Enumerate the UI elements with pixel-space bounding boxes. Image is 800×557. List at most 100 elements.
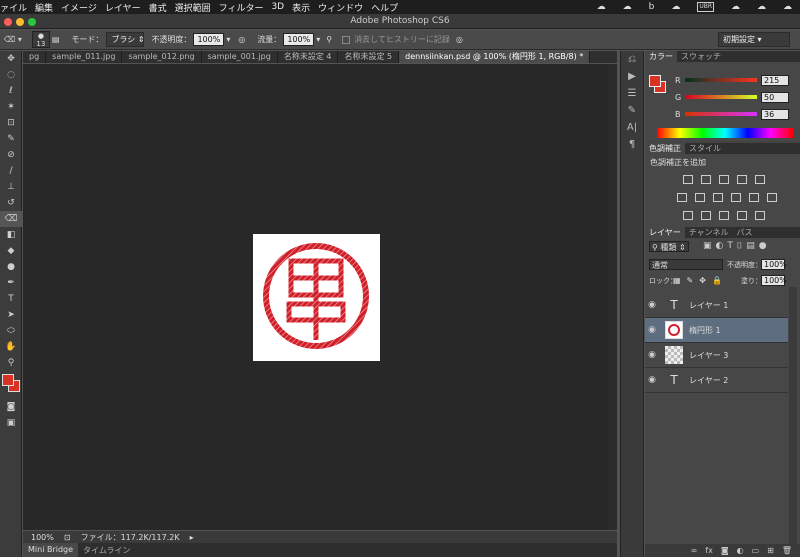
brush-panel-icon[interactable]: ▤ [52, 35, 60, 44]
gradient-map-icon[interactable] [737, 211, 747, 220]
tab-styles[interactable]: スタイル [685, 143, 725, 154]
status-icon[interactable]: ⊡ [64, 533, 71, 542]
eraser-tool-button-icon[interactable]: ⌫ [0, 211, 22, 227]
tab-sample-011[interactable]: sample_011.jpg [46, 51, 123, 63]
blur-tool-icon[interactable]: ◆ [0, 243, 22, 259]
opacity-field[interactable]: 100% [193, 33, 225, 46]
quick-mask-icon[interactable]: ◙ [0, 399, 22, 415]
vibrance-icon[interactable] [755, 175, 765, 184]
vertical-scrollbar[interactable] [608, 64, 617, 530]
marquee-tool-icon[interactable]: ◌ [0, 67, 22, 83]
fx-icon[interactable]: fx [705, 546, 713, 555]
menu-type[interactable]: 書式 [149, 1, 167, 14]
g-slider[interactable] [685, 95, 757, 99]
selective-color-icon[interactable] [755, 211, 765, 220]
threshold-icon[interactable] [719, 211, 729, 220]
tab-sample-001[interactable]: sample_001.jpg [202, 51, 278, 63]
lock-icons[interactable]: ▦✎✥🔒 [673, 276, 728, 285]
path-selection-tool-icon[interactable]: ➤ [0, 307, 22, 323]
menu-select[interactable]: 選択範囲 [175, 1, 211, 14]
layer-row[interactable]: ◉ T レイヤー 2 [645, 368, 788, 393]
history-brush-tool-icon[interactable]: ↺ [0, 195, 22, 211]
invert-icon[interactable] [683, 211, 693, 220]
posterize-icon[interactable] [701, 211, 711, 220]
color-lookup-icon[interactable] [767, 193, 777, 202]
properties-icon[interactable]: ☰ [621, 85, 643, 102]
actions-play-icon[interactable]: ▶ [621, 68, 643, 85]
group-icon[interactable]: ▭ [752, 546, 760, 555]
menu-3d[interactable]: 3D [271, 2, 284, 12]
tab-mini-bridge[interactable]: Mini Bridge [23, 543, 79, 557]
dropbox-icon[interactable]: ☁ [597, 2, 606, 12]
color-balance-icon[interactable] [695, 193, 705, 202]
move-tool-icon[interactable]: ✥ [0, 51, 22, 67]
eye-icon[interactable]: ◉ [645, 375, 659, 385]
new-layer-icon[interactable]: ⊞ [767, 546, 774, 555]
airbrush-icon[interactable]: ⚲ [326, 35, 332, 44]
dodge-tool-icon[interactable]: ● [0, 259, 22, 275]
eye-icon[interactable]: ◉ [645, 350, 659, 360]
cloud-upload-icon[interactable]: ☁ [671, 2, 680, 12]
adjustment-layer-icon[interactable]: ◐ [737, 546, 744, 555]
mask-icon[interactable]: ◙ [721, 546, 729, 555]
tab-layers[interactable]: レイヤー [645, 227, 685, 238]
tab-color[interactable]: カラー [645, 51, 677, 62]
pen-tool-icon[interactable]: ✒ [0, 275, 22, 291]
zoom-tool-icon[interactable]: ⚲ [0, 355, 22, 371]
cloud-icon[interactable]: ☁ [623, 2, 632, 12]
eyedropper-tool-icon[interactable]: ✎ [0, 131, 22, 147]
lasso-tool-icon[interactable]: ℓ [0, 83, 22, 99]
tool-presets-icon[interactable]: ✎ [621, 102, 643, 119]
black-white-icon[interactable] [713, 193, 723, 202]
tab-untitled-4[interactable]: 名称未設定 4 [278, 51, 339, 63]
layer-filter-icons[interactable]: ▣◐T⌷▤● [703, 241, 771, 251]
shape-tool-icon[interactable]: ⬭ [0, 323, 22, 339]
flow-dropdown[interactable]: ▾ [316, 35, 320, 44]
eye-icon[interactable]: ◉ [645, 325, 659, 335]
tab-pg[interactable]: pg [23, 51, 47, 63]
magic-wand-tool-icon[interactable]: ✶ [0, 99, 22, 115]
menu-help[interactable]: ヘルプ [371, 1, 398, 14]
g-value[interactable]: 50 [761, 92, 789, 103]
color-fg-swatch[interactable] [649, 75, 661, 87]
photo-filter-icon[interactable] [731, 193, 741, 202]
color-spectrum-bar[interactable] [657, 128, 793, 138]
hue-saturation-icon[interactable] [677, 193, 687, 202]
document-canvas[interactable] [253, 234, 380, 361]
r-value[interactable]: 215 [761, 75, 789, 86]
cloud-3-icon[interactable]: ☁ [757, 2, 766, 12]
blend-mode-select[interactable]: 通常 [649, 259, 723, 270]
layer-row[interactable]: ◉ 楕円形 1 [645, 318, 788, 343]
menu-layer[interactable]: レイヤー [105, 1, 141, 14]
layer-filter-select[interactable]: ⚲ 種類 ⇕ [649, 241, 689, 252]
crop-tool-icon[interactable]: ⊡ [0, 115, 22, 131]
mode-select[interactable]: ブラシ ⇕ [106, 32, 145, 47]
channel-mixer-icon[interactable] [749, 193, 759, 202]
hand-tool-icon[interactable]: ✋ [0, 339, 22, 355]
levels-icon[interactable] [701, 175, 711, 184]
r-slider[interactable] [685, 78, 757, 82]
b-icon[interactable]: b [649, 2, 655, 12]
eraser-tool-icon[interactable]: ⌫ ▾ [4, 35, 22, 44]
trash-icon[interactable]: 🗑 [782, 546, 792, 555]
tab-timeline[interactable]: タイムライン [78, 545, 135, 556]
tab-paths[interactable]: パス [733, 227, 757, 238]
foreground-color-swatch[interactable] [2, 374, 14, 386]
opacity-dropdown[interactable]: ▾ [226, 35, 230, 44]
tab-adjustments[interactable]: 色調補正 [645, 143, 685, 154]
zoom-level[interactable]: 100% [31, 533, 54, 542]
menu-window[interactable]: ウィンドウ [318, 1, 363, 14]
pressure-size-icon[interactable]: ◎ [456, 35, 463, 44]
workspace-select[interactable]: 初期設定 ▾ [718, 32, 790, 47]
status-menu-arrow[interactable]: ▸ [190, 533, 194, 542]
menu-edit[interactable]: 編集 [35, 1, 53, 14]
layers-scrollbar[interactable] [789, 287, 797, 557]
layer-row[interactable]: ◉ T レイヤー 1 [645, 293, 788, 318]
brush-preset-picker[interactable]: ● 13 [31, 31, 50, 48]
layer-row[interactable]: ◉ レイヤー 3 [645, 343, 788, 368]
eye-icon[interactable]: ◉ [645, 300, 659, 310]
b-value[interactable]: 36 [761, 109, 789, 120]
tab-untitled-5[interactable]: 名称未設定 5 [338, 51, 400, 63]
paragraph-icon[interactable]: ¶ [621, 136, 643, 153]
cloud-4-icon[interactable]: ☁ [783, 2, 792, 12]
